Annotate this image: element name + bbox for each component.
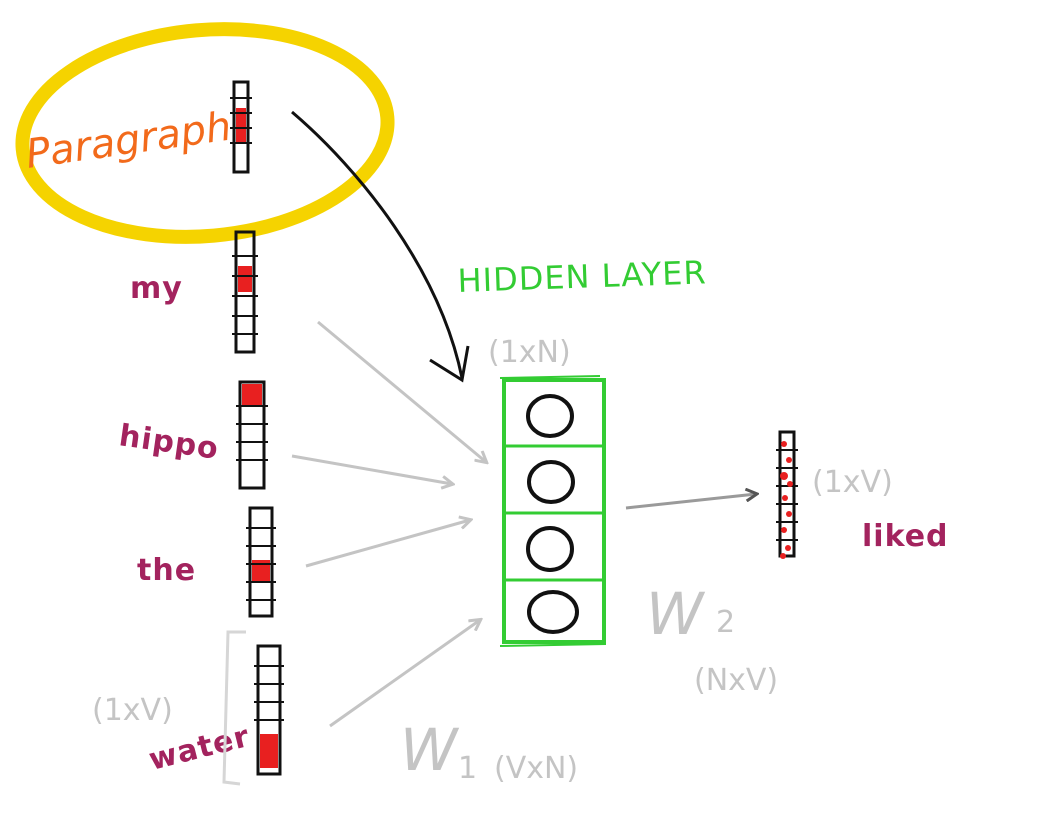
paragraph-vector [230, 80, 252, 174]
hidden-layer-shape: (1xN) [488, 335, 571, 370]
w1-sub: 1 [458, 751, 477, 786]
vector-water [254, 644, 284, 776]
output-word: liked [862, 519, 949, 554]
context-word-label: Paragraph [23, 104, 234, 178]
w1-shape: (VxN) [494, 751, 578, 786]
hidden-layer-title: HIDDEN LAYER [457, 253, 707, 300]
input-word-hippo: hippo [117, 418, 221, 467]
hidden-node-1 [526, 394, 574, 438]
w2-sub: 2 [716, 605, 735, 640]
output-shape: (1xV) [812, 465, 893, 500]
w1-label: W [400, 716, 460, 784]
hidden-node-2 [527, 460, 575, 504]
input-shape-label: (1xV) [92, 693, 173, 728]
word2vec-diagram: Paragraph my hippo the water (1xV) HIDDE… [15, 22, 949, 786]
arrow-water [329, 620, 480, 728]
arrow-my [317, 320, 486, 462]
hidden-node-4 [527, 590, 579, 634]
output-vector [776, 430, 798, 559]
arrow-the [305, 520, 470, 568]
hidden-layer [499, 375, 607, 647]
input-word-my: my [130, 271, 183, 306]
vector-hippo [236, 380, 268, 490]
input-word-the: the [137, 553, 196, 588]
input-bracket [222, 630, 246, 786]
arrow-hippo [291, 454, 452, 484]
paragraph-arrow-head [429, 345, 470, 383]
hidden-node-3 [526, 526, 574, 572]
w2-label: W [646, 580, 706, 648]
vector-my [232, 230, 258, 354]
w2-shape: (NxV) [694, 663, 778, 698]
arrow-output [625, 494, 756, 510]
vector-the [246, 506, 276, 618]
